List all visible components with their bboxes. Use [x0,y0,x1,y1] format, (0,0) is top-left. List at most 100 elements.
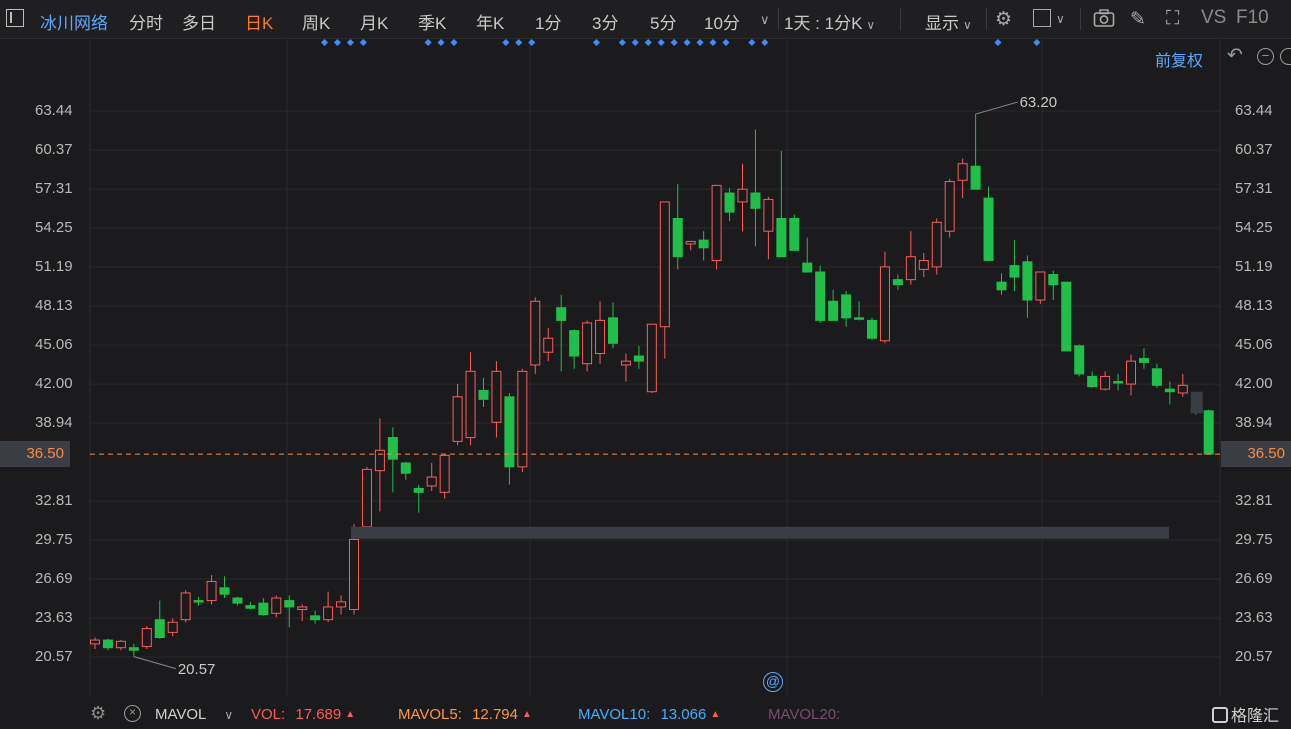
candle [957,158,968,199]
event-marker-icon[interactable] [657,38,665,47]
y-tick-label: 48.13 [35,296,73,314]
locate-latest-icon[interactable]: @ [763,672,783,692]
candle-body-up [439,454,450,493]
tab-intraday[interactable]: 分时 [129,9,163,34]
candle [1100,371,1111,391]
candle [996,273,1007,295]
display-dropdown[interactable]: 显示 ∨ [925,9,972,34]
candle-body-down [996,281,1007,291]
pencil-icon[interactable]: ✎ [1130,8,1146,31]
high-annotation: 63.20 [1019,94,1058,112]
event-marker-icon[interactable] [592,38,600,47]
candle-body-up [685,240,696,245]
candle-body-up [180,592,191,621]
candle [232,596,243,606]
event-marker-icon[interactable] [683,38,691,47]
event-marker-icon[interactable] [437,38,445,47]
candles [90,114,1214,657]
toolbar-divider [1080,8,1081,30]
tab-quarterly-k[interactable]: 季K [418,9,446,34]
candle-body-up [115,640,126,649]
candle [141,626,152,649]
tab-yearly-k[interactable]: 年K [476,9,504,34]
close-icon[interactable]: × [124,705,141,722]
event-marker-icon[interactable] [515,38,523,47]
tab-1min[interactable]: 1分 [535,9,561,34]
candle [180,590,191,623]
pending-candle [1190,391,1203,414]
event-marker-icon[interactable] [450,38,458,47]
event-marker-icon[interactable] [502,38,510,47]
last-price-tag-left: 36.50 [0,441,70,468]
candle-body-up [646,323,657,393]
event-marker-icon[interactable] [748,38,756,47]
fullscreen-icon[interactable]: ⛶ [1166,8,1179,30]
tab-weekly-k[interactable]: 周K [302,9,330,34]
range-selector[interactable]: 1天 : 1分K ∨ [784,9,875,34]
chevron-down-icon: ∨ [866,18,876,32]
event-marker-icon[interactable] [994,38,1002,47]
event-marker-icon[interactable] [346,38,354,47]
gear-icon[interactable]: ⚙ [995,8,1012,31]
candle-body-up [918,260,929,270]
indicator-selector[interactable]: MAVOL ∨ [155,706,233,723]
candle [970,114,981,190]
candle [193,596,204,606]
candle-body-up [543,337,554,353]
stock-name[interactable]: 冰川网络 [40,9,108,34]
event-marker-icon[interactable] [722,38,730,47]
event-marker-icon[interactable] [761,38,769,47]
event-marker-icon[interactable] [528,38,536,47]
candle [1164,381,1175,405]
event-marker-icon[interactable] [424,38,432,47]
candle [892,274,903,290]
tab-3min[interactable]: 3分 [592,9,618,34]
candle [219,576,230,599]
event-marker-icon[interactable] [618,38,626,47]
candle-body-up [595,319,606,354]
y-tick-label: 26.69 [1235,570,1273,588]
event-marker-icon[interactable] [644,38,652,47]
mavol5-label: MAVOL5: [398,706,462,723]
event-marker-icon[interactable] [333,38,341,47]
candlestick-chart[interactable] [0,38,1291,698]
event-marker-icon[interactable] [709,38,717,47]
candle-body-down [387,437,398,460]
chevron-down-icon: ∨ [224,708,234,722]
low-leader-line [133,656,176,670]
candle [867,317,877,340]
event-marker-icon[interactable] [631,38,639,47]
top-toolbar: 冰川网络 分时 多日 日K 周K 月K 季K 年K 1分 3分 5分 10分 ∨… [0,0,1291,39]
tab-5min[interactable]: 5分 [650,9,676,34]
event-marker-icon[interactable] [320,38,329,47]
gear-icon[interactable]: ⚙ [90,703,106,724]
tab-10min[interactable]: 10分 [704,9,740,34]
event-marker-icon[interactable] [696,38,704,47]
tab-daily-k[interactable]: 日K [245,9,273,34]
candle [517,368,528,472]
more-periods-chevron-icon[interactable]: ∨ [760,12,770,28]
candle [491,361,502,438]
vol-readout: VOL: 17.689 ▲ [251,706,355,723]
camera-icon-svg [1093,9,1115,27]
tab-monthly-k[interactable]: 月K [360,9,388,34]
panel-toggle-icon[interactable] [6,9,24,27]
compare-checkbox[interactable] [1033,9,1051,27]
candle [595,301,606,364]
event-marker-icon[interactable] [359,38,367,47]
y-tick-label: 60.37 [35,141,73,159]
candle [167,618,178,637]
tab-multi-day[interactable]: 多日 [182,9,216,34]
event-marker-icon[interactable] [670,38,678,47]
candle [1113,373,1124,391]
vs-button[interactable]: VS [1201,7,1226,29]
f10-button[interactable]: F10 [1236,7,1269,29]
candle-body-down [1203,410,1214,455]
camera-icon[interactable] [1093,8,1115,34]
candle-body-down [413,488,424,493]
mavol10-readout: MAVOL10: 13.066 ▲ [578,706,720,723]
candle-body-down [1138,358,1149,363]
event-marker-icon[interactable] [1033,38,1041,47]
chevron-down-icon[interactable]: ∨ [1056,12,1065,26]
candle [711,184,722,270]
